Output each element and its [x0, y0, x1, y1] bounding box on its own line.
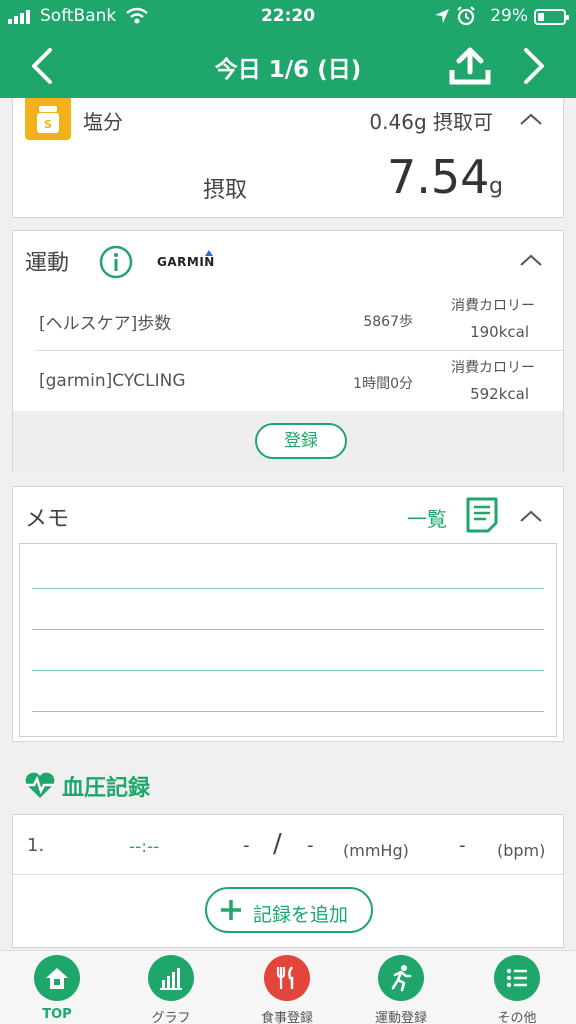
tab-label: 食事登録 — [260, 1011, 313, 1024]
exercise-row[interactable]: [garmin]CYCLING 1時間0分 消費カロリー 592kcal — [35, 353, 563, 413]
pressure-unit: (mmHg) — [343, 841, 409, 860]
chart-icon — [148, 955, 194, 1001]
collapse-chevron-icon[interactable] — [517, 507, 545, 525]
calorie-value: 190kcal — [470, 323, 529, 341]
exercise-name: [ヘルスケア]歩数 — [39, 314, 172, 334]
heart-pulse-icon — [25, 772, 55, 798]
tab-graph[interactable]: グラフ — [124, 955, 220, 1024]
exercise-quantity: 5867歩 — [363, 314, 413, 330]
record-index: 1. — [27, 835, 45, 856]
blood-pressure-card: 1. --:-- - / - (mmHg) - (bpm) 記録を追加 — [12, 814, 564, 948]
blood-pressure-title: 血圧記録 — [62, 776, 151, 801]
exercise-title: 運動 — [25, 251, 70, 276]
diastolic-value: - — [307, 835, 314, 856]
memo-rule-line — [32, 588, 544, 589]
pulse-value: - — [459, 835, 466, 856]
memo-list-link[interactable]: 一覧 — [407, 503, 447, 532]
salt-shaker-icon: S — [25, 98, 71, 140]
intake-unit: g — [489, 174, 503, 199]
exercise-footer: 登録 — [13, 411, 563, 472]
tab-label: グラフ — [151, 1011, 191, 1024]
home-icon — [34, 955, 80, 1001]
blood-pressure-row[interactable]: 1. --:-- - / - (mmHg) - (bpm) — [13, 815, 563, 875]
memo-rule-line — [32, 629, 544, 630]
pressure-slash: / — [273, 829, 282, 859]
intake-value: 7.54 — [387, 150, 490, 204]
list-icon — [494, 955, 540, 1001]
salt-label: 塩分 — [83, 110, 123, 134]
record-time[interactable]: --:-- — [129, 837, 159, 857]
battery-percent: 29% — [490, 6, 528, 26]
battery-icon — [534, 9, 569, 25]
memo-rule-line — [32, 670, 544, 671]
intake-label: 摂取 — [203, 178, 248, 203]
add-record-label: 記録を追加 — [253, 904, 349, 926]
exercise-quantity: 1時間0分 — [353, 376, 413, 392]
exercise-row[interactable]: [ヘルスケア]歩数 5867歩 消費カロリー 190kcal — [35, 291, 563, 351]
plus-icon — [221, 900, 241, 920]
tab-label: TOP — [42, 1007, 72, 1022]
memo-title: メモ — [25, 507, 70, 532]
blood-pressure-heading: 血圧記録 — [24, 768, 224, 802]
location-icon — [435, 9, 449, 23]
exercise-name: [garmin]CYCLING — [39, 371, 186, 391]
collapse-chevron-icon[interactable] — [517, 110, 545, 128]
tab-top[interactable]: TOP — [10, 955, 106, 1023]
tab-bar: TOP グラフ 食事登録 運動登録 その他 — [0, 950, 576, 1024]
tab-exercise-log[interactable]: 運動登録 — [354, 955, 450, 1024]
top-bar: SoftBank 22:20 29% 今日 1/6 (日) — [0, 0, 576, 98]
memo-rule-line — [32, 711, 544, 712]
systolic-value: - — [243, 835, 250, 856]
salt-available: 0.46g 摂取可 — [369, 110, 493, 134]
memo-textarea[interactable] — [19, 543, 557, 737]
info-icon[interactable] — [99, 245, 133, 279]
collapse-chevron-icon[interactable] — [517, 251, 545, 269]
calorie-label: 消費カロリー — [451, 360, 535, 376]
salt-card: S 塩分 0.46g 摂取可 摂取 7.54 g — [12, 98, 564, 218]
add-record-button[interactable]: 記録を追加 — [205, 887, 373, 933]
tab-label: 運動登録 — [374, 1011, 427, 1024]
memo-card: メモ 一覧 — [12, 486, 564, 742]
calorie-label: 消費カロリー — [451, 298, 535, 314]
svg-text:S: S — [44, 118, 52, 131]
tab-meal-log[interactable]: 食事登録 — [240, 955, 336, 1024]
register-exercise-button[interactable]: 登録 — [255, 423, 347, 459]
next-day-chevron-icon[interactable] — [514, 44, 554, 88]
runner-icon — [378, 955, 424, 1001]
pulse-unit: (bpm) — [497, 841, 546, 860]
fork-knife-icon — [264, 955, 310, 1001]
app-screen: SoftBank 22:20 29% 今日 1/6 (日) S 塩分 0.46g… — [0, 0, 576, 1024]
garmin-triangle-icon — [205, 250, 213, 256]
garmin-logo: GARMIN — [157, 255, 215, 269]
exercise-card: 運動 GARMIN [ヘルスケア]歩数 5867歩 消費カロリー 190kcal… — [12, 230, 564, 472]
share-icon[interactable] — [448, 44, 492, 88]
tab-other[interactable]: その他 — [470, 955, 566, 1024]
calorie-value: 592kcal — [470, 385, 529, 403]
alarm-icon — [457, 6, 475, 26]
tab-label: その他 — [497, 1011, 537, 1024]
status-bar: SoftBank 22:20 29% — [0, 0, 576, 32]
document-icon[interactable] — [465, 497, 499, 533]
